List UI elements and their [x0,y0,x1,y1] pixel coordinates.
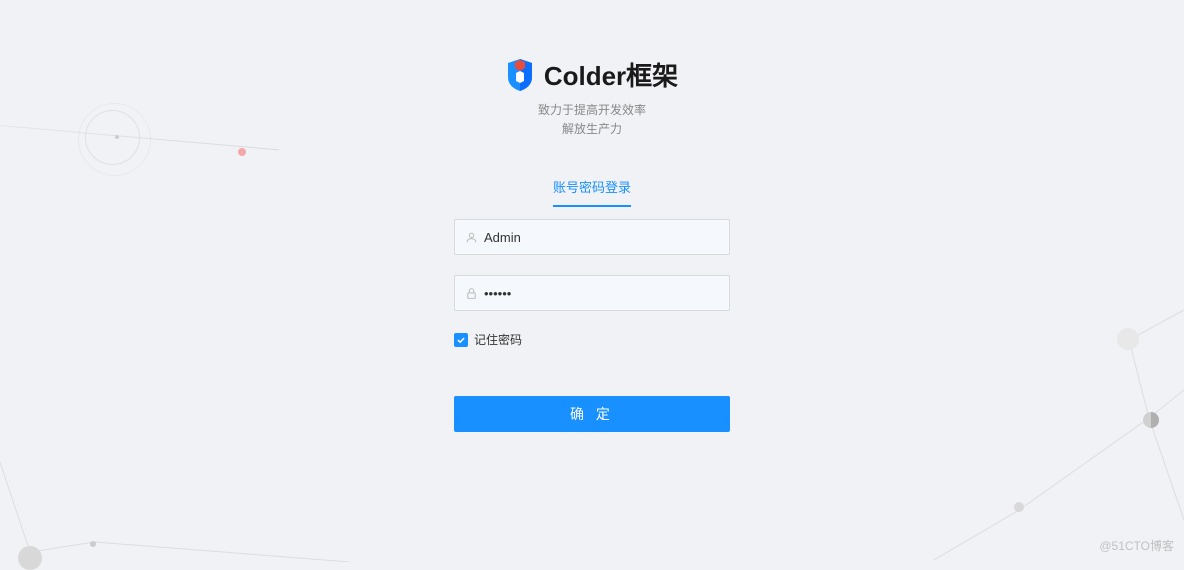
login-form: 记住密码 确 定 [454,219,730,432]
user-icon [465,231,478,244]
password-input-wrapper[interactable] [454,275,730,311]
header: Colder框架 [506,56,678,93]
login-container: Colder框架 致力于提高开发效率 解放生产力 账号密码登录 [454,56,730,432]
remember-row: 记住密码 [454,331,730,348]
username-input-wrapper[interactable] [454,219,730,255]
remember-label[interactable]: 记住密码 [474,331,522,348]
lock-icon [465,287,478,300]
tabs: 账号密码登录 [553,177,631,197]
submit-button[interactable]: 确 定 [454,396,730,432]
bg-decoration [85,110,140,165]
watermark: @51CTO博客 [1099,537,1174,554]
remember-checkbox[interactable] [454,333,468,347]
logo-icon [506,59,534,91]
username-input[interactable] [484,230,719,245]
subtitle-line: 致力于提高开发效率 [538,101,646,120]
tab-account-login[interactable]: 账号密码登录 [553,180,631,207]
bg-decoration [18,546,42,570]
bg-decoration [0,412,350,562]
subtitle: 致力于提高开发效率 解放生产力 [538,101,646,139]
bg-decoration [90,541,96,547]
bg-decoration [238,148,246,156]
bg-decoration [115,135,119,139]
bg-decoration [1117,328,1139,350]
bg-decoration [934,300,1184,560]
bg-decoration [1014,502,1024,512]
subtitle-line: 解放生产力 [538,120,646,139]
bg-decoration [1143,412,1159,428]
app-title: Colder框架 [544,56,678,93]
password-input[interactable] [484,286,719,301]
